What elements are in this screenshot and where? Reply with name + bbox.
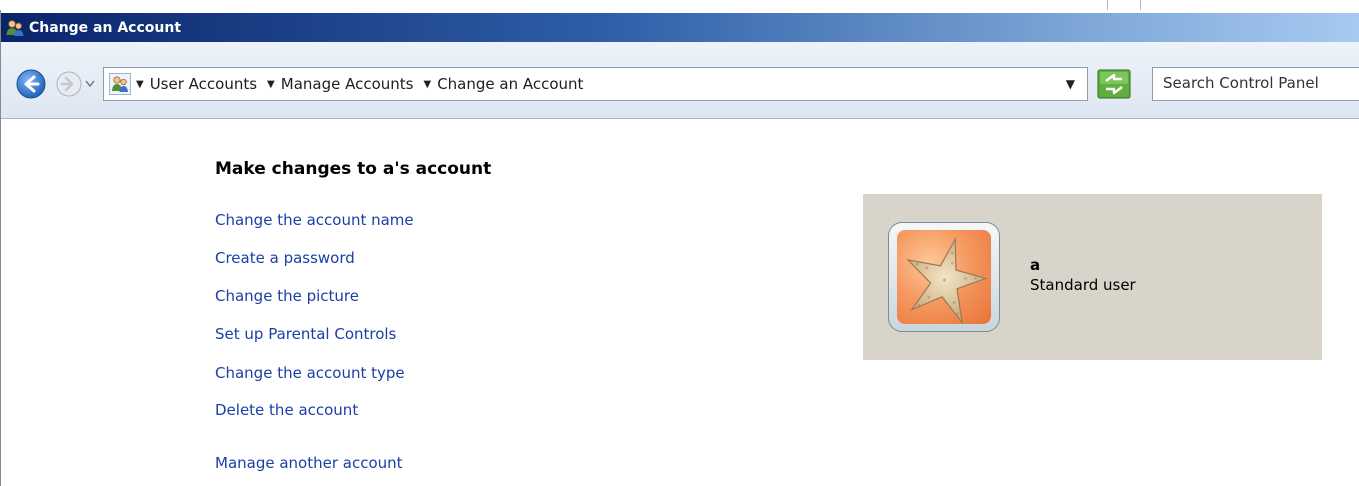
address-bar[interactable]: ▼ User Accounts ▼ Manage Accounts ▼ Chan… <box>103 67 1088 101</box>
page-heading: Make changes to a's account <box>215 159 492 179</box>
title-bar: Change an Account <box>1 13 1359 42</box>
account-name: a <box>1030 256 1041 274</box>
address-history-dropdown-icon[interactable]: ▼ <box>1066 77 1075 91</box>
breadcrumb-arrow-icon[interactable]: ▼ <box>267 79 275 90</box>
navigation-toolbar: ▼ User Accounts ▼ Manage Accounts ▼ Chan… <box>1 42 1359 119</box>
create-password-link[interactable]: Create a password <box>215 249 355 267</box>
window-title: Change an Account <box>29 20 182 36</box>
divider <box>1107 0 1108 10</box>
starfish-picture <box>897 230 991 324</box>
breadcrumb-arrow-icon[interactable]: ▼ <box>136 79 144 90</box>
parental-controls-link[interactable]: Set up Parental Controls <box>215 325 396 343</box>
search-box[interactable] <box>1152 67 1359 101</box>
forward-button[interactable] <box>56 71 82 97</box>
account-picture-frame <box>888 222 1000 332</box>
delete-account-link[interactable]: Delete the account <box>215 401 358 419</box>
divider <box>1140 0 1141 10</box>
change-picture-link[interactable]: Change the picture <box>215 287 359 305</box>
breadcrumb-item[interactable]: ▼ User Accounts <box>136 75 257 93</box>
change-account-name-link[interactable]: Change the account name <box>215 211 414 229</box>
user-accounts-icon <box>109 73 131 95</box>
starfish-icon <box>906 237 988 324</box>
user-accounts-icon <box>6 20 24 36</box>
back-button[interactable] <box>16 69 46 99</box>
breadcrumb-label[interactable]: User Accounts <box>150 75 257 93</box>
breadcrumb-item[interactable]: ▼ Change an Account <box>423 75 583 93</box>
breadcrumb-label[interactable]: Manage Accounts <box>281 75 414 93</box>
main-content: Make changes to a's account Change the a… <box>1 119 1359 486</box>
breadcrumb-item[interactable]: ▼ Manage Accounts <box>267 75 413 93</box>
change-account-type-link[interactable]: Change the account type <box>215 364 405 382</box>
breadcrumb: ▼ User Accounts ▼ Manage Accounts ▼ Chan… <box>136 68 583 100</box>
refresh-button[interactable] <box>1097 69 1131 99</box>
manage-another-account-link[interactable]: Manage another account <box>215 454 403 472</box>
top-strip <box>0 0 1359 10</box>
account-type: Standard user <box>1030 276 1136 294</box>
breadcrumb-label[interactable]: Change an Account <box>437 75 583 93</box>
breadcrumb-arrow-icon[interactable]: ▼ <box>423 79 431 90</box>
account-summary-panel: a Standard user <box>863 194 1322 360</box>
search-input[interactable] <box>1153 68 1359 98</box>
recent-pages-dropdown-icon[interactable] <box>85 79 95 89</box>
